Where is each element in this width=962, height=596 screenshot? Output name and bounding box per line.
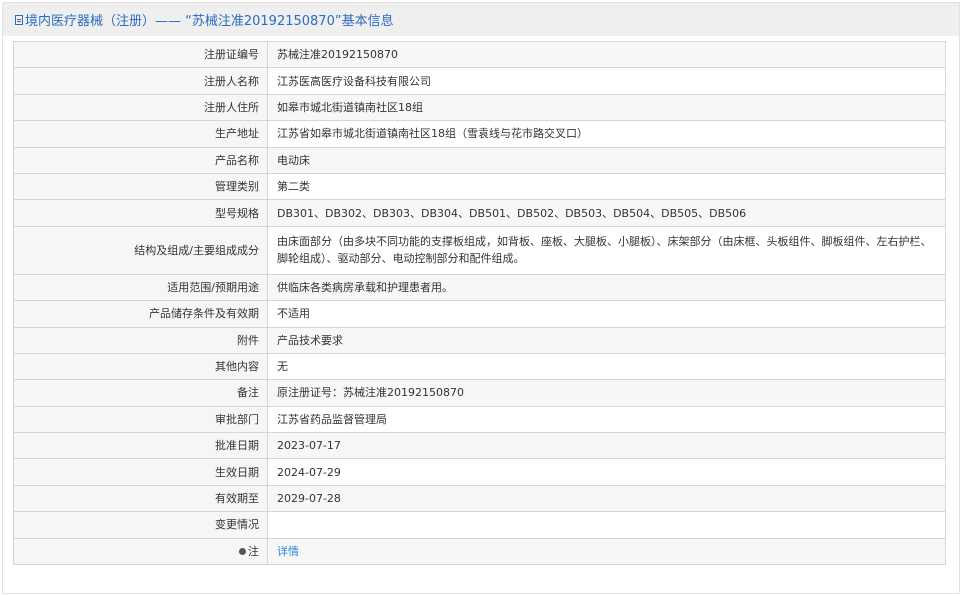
row-value: 2024-07-29: [267, 458, 946, 486]
row-label: 批准日期: [13, 432, 268, 460]
page-title: 境内医疗器械（注册）—— “苏械注准20192150870”基本信息: [25, 14, 394, 29]
row-label: 审批部门: [13, 405, 268, 434]
note-label: 注: [248, 544, 259, 558]
row-label: 其他内容: [13, 352, 268, 381]
table-row: 备注 原注册证号：苏械注准20192150870: [13, 379, 946, 407]
row-label: 型号规格: [13, 199, 268, 227]
table-row: 生产地址 江苏省如皋市城北街道镇南社区18组（雪袁线与花市路交叉口）: [13, 120, 946, 148]
table-row: 其他内容无: [13, 352, 946, 381]
table-row: 生效日期 2024-07-29: [13, 458, 946, 486]
table-row: 注册人住所 如皋市城北街道镇南社区18组: [13, 93, 946, 122]
table-row: 产品名称 电动床: [13, 146, 946, 174]
lightbulb-icon: [239, 548, 246, 556]
row-label: 生产地址: [13, 120, 268, 148]
row-label: 注册人名称: [13, 67, 268, 95]
row-value: 电动床: [267, 146, 946, 174]
row-value: 2029-07-28: [267, 484, 946, 513]
row-label: 附件: [13, 326, 268, 354]
table-row: 适用范围/预期用途 供临床各类病房承载和护理患者用。: [13, 273, 946, 302]
table-row: 变更情况: [13, 511, 946, 539]
document-icon: [15, 14, 23, 25]
row-label: 变更情况: [13, 511, 268, 539]
row-label: 管理类别: [13, 172, 268, 201]
row-label: 产品名称: [13, 146, 268, 174]
row-value: 苏械注准20192150870: [267, 40, 946, 69]
table-row: 注册人名称 江苏医高医疗设备科技有限公司: [13, 67, 946, 95]
row-value: 2023-07-17: [267, 432, 946, 460]
row-value: 不适用: [267, 300, 946, 328]
row-label: 有效期至: [13, 484, 268, 513]
row-label: 适用范围/预期用途: [13, 273, 268, 302]
row-label: 结构及组成/主要组成成分: [13, 225, 268, 275]
row-value: 如皋市城北街道镇南社区18组: [267, 93, 946, 122]
row-value: 原注册证号：苏械注准20192150870: [267, 379, 946, 407]
row-label: 生效日期: [13, 458, 268, 486]
details-link[interactable]: 详情: [277, 545, 299, 558]
info-table: 注册证编号 苏械注准20192150870 注册人名称 江苏医高医疗设备科技有限公司注…: [13, 40, 946, 566]
note-value: 详情: [267, 537, 946, 566]
table-row: 管理类别 第二类: [13, 172, 946, 201]
row-value: DB301、DB302、DB303、DB304、DB501、DB502、DB50…: [267, 199, 946, 227]
table-row: 注册证编号 苏械注准20192150870: [13, 40, 946, 69]
row-label: 注册人住所: [13, 93, 268, 122]
note-label-cell: 注: [13, 537, 268, 566]
row-label: 注册证编号: [13, 40, 268, 69]
table-row: 审批部门 江苏省药品监督管理局: [13, 405, 946, 434]
row-value: 由床面部分（由多块不同功能的支撑板组成，如背板、座板、大腿板、小腿板）、床架部分…: [267, 225, 946, 275]
row-value: 第二类: [267, 172, 946, 201]
row-value: 供临床各类病房承载和护理患者用。: [267, 273, 946, 302]
table-row: 有效期至 2029-07-28: [13, 484, 946, 513]
row-label: 产品储存条件及有效期: [13, 300, 268, 328]
row-value: 江苏省如皋市城北街道镇南社区18组（雪袁线与花市路交叉口）: [267, 120, 946, 148]
table-row-note: 注 详情: [13, 537, 946, 566]
row-value: [267, 511, 946, 539]
panel-header: 境内医疗器械（注册）—— “苏械注准20192150870”基本信息: [3, 3, 959, 36]
row-value: 无: [267, 352, 946, 381]
row-value: 产品技术要求: [267, 326, 946, 354]
table-row: 结构及组成/主要组成成分 由床面部分（由多块不同功能的支撑板组成，如背板、座板、大…: [13, 225, 946, 275]
table-row: 附件 产品技术要求: [13, 326, 946, 354]
row-value: 江苏医高医疗设备科技有限公司: [267, 67, 946, 95]
table-row: 批准日期 2023-07-17: [13, 432, 946, 460]
table-row: 型号规格 DB301、DB302、DB303、DB304、DB501、DB502、…: [13, 199, 946, 227]
row-label: 备注: [13, 379, 268, 407]
row-value: 江苏省药品监督管理局: [267, 405, 946, 434]
table-row: 产品储存条件及有效期 不适用: [13, 300, 946, 328]
